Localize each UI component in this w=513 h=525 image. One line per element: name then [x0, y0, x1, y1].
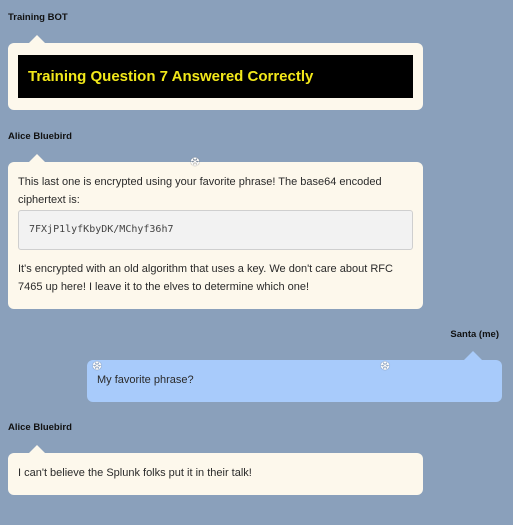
snowflake-icon: ❆	[92, 359, 103, 373]
bubble-tail	[464, 351, 482, 360]
snowflake-icon: ❆	[380, 359, 391, 373]
message-text: My favorite phrase?	[97, 374, 194, 386]
snowflake-icon: ❆	[190, 155, 201, 169]
message-text: I can't believe the Splunk folks put it …	[18, 467, 252, 479]
sender-name: Training BOT	[8, 12, 68, 23]
message-text: It's encrypted with an old algorithm tha…	[18, 263, 393, 293]
sender-name: Santa (me)	[450, 329, 499, 340]
message-bubble: My favorite phrase?	[87, 360, 502, 402]
status-banner: Training Question 7 Answered Correctly	[18, 55, 413, 98]
message-bubble: This last one is encrypted using your fa…	[8, 162, 423, 309]
sender-name: Alice Bluebird	[8, 131, 72, 142]
ciphertext-code: 7FXjP1lyfKbyDK/MChyf36h7	[18, 210, 413, 250]
message-text: This last one is encrypted using your fa…	[18, 176, 382, 206]
message-bubble: I can't believe the Splunk folks put it …	[8, 453, 423, 495]
message-bubble: Training Question 7 Answered Correctly	[8, 43, 423, 110]
sender-name: Alice Bluebird	[8, 422, 72, 433]
